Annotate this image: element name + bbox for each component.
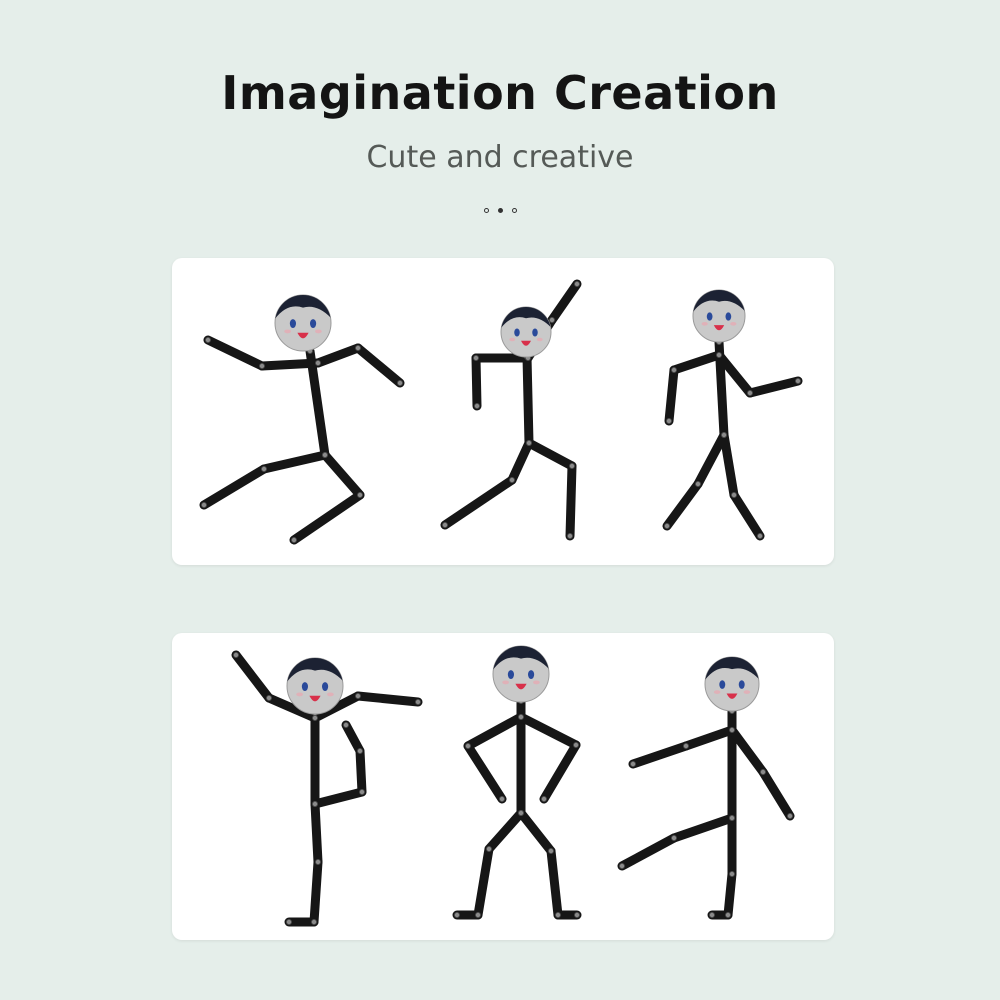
figure-head [492, 645, 550, 703]
stick-figure-walking [662, 289, 803, 541]
stick-figure-hands-on-hips [452, 645, 582, 920]
figure-head [692, 289, 746, 343]
stick-figures-row-2 [231, 645, 795, 927]
stick-figure-leaping [199, 294, 405, 545]
page-subtitle: Cute and creative [366, 140, 634, 175]
stick-figure-dancing [231, 650, 423, 927]
figure-head [500, 306, 552, 358]
carousel-indicator [0, 208, 1000, 213]
page-title: Imagination Creation [221, 66, 779, 120]
carousel-dot-3[interactable] [511, 208, 517, 213]
stick-figure-cheering [440, 279, 582, 541]
pose-panel-top [172, 258, 834, 565]
figure-head [274, 294, 332, 352]
stick-figure-kicking [617, 656, 795, 920]
stick-figures-row-1 [199, 279, 803, 545]
carousel-dot-2-active[interactable] [497, 208, 503, 213]
figure-head [704, 656, 760, 712]
carousel-dot-1[interactable] [483, 208, 489, 213]
pose-panel-bottom [172, 633, 834, 940]
figure-head [286, 657, 344, 715]
